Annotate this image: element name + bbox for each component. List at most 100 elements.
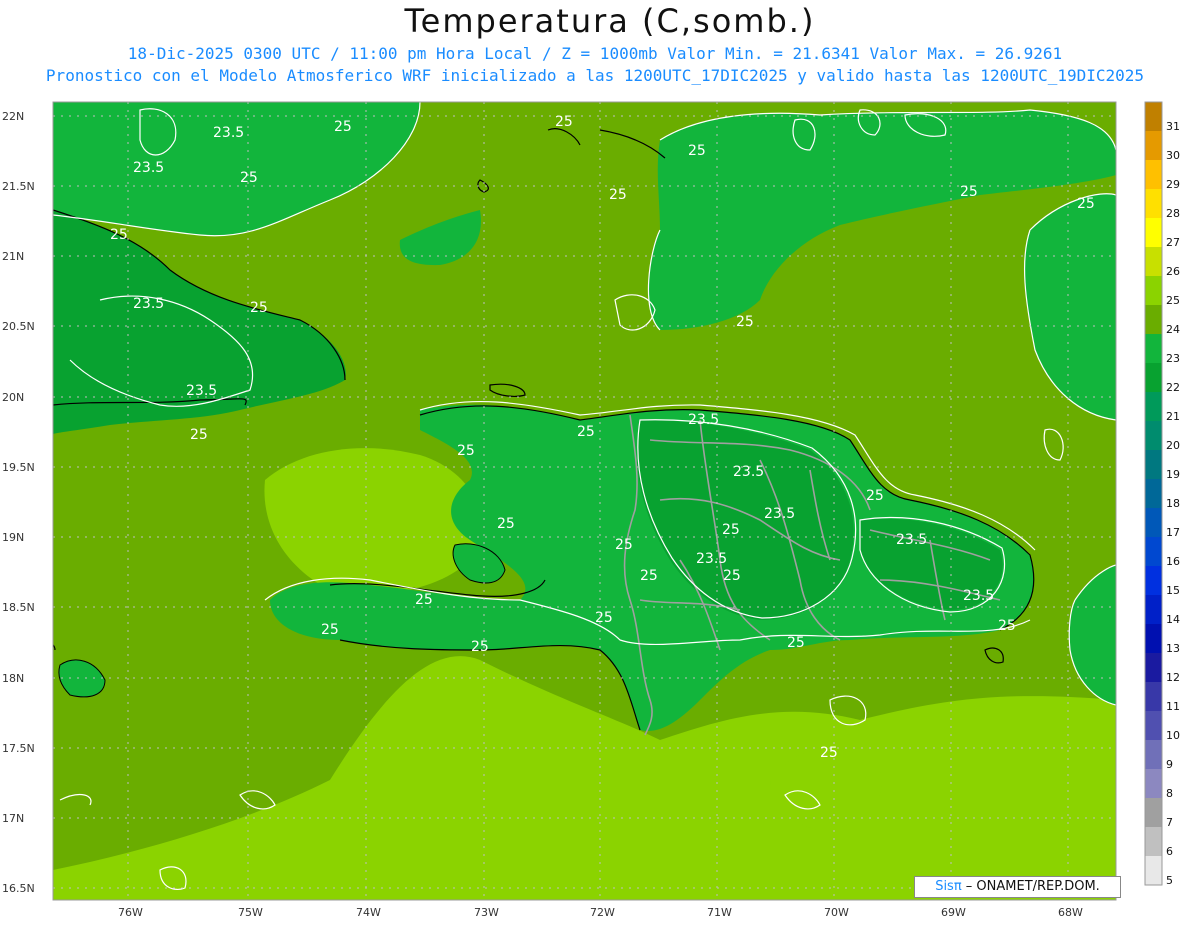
legend-value-label: 13 bbox=[1166, 642, 1180, 655]
color-legend: 31 30 29 28 27 26 25 24 23 22 21 20 19 18 17 16 15 14 13 12… bbox=[1144, 101, 1180, 887]
legend-swatch bbox=[1145, 769, 1162, 798]
legend-value-label: 21 bbox=[1166, 410, 1180, 423]
contour-label: 25 bbox=[688, 143, 706, 159]
legend-swatch bbox=[1145, 102, 1162, 131]
contour-label: 25 bbox=[1077, 196, 1095, 212]
contour-label: 23.5 bbox=[963, 588, 994, 604]
lat-label: 19.5N bbox=[2, 461, 35, 474]
legend-swatch bbox=[1145, 827, 1162, 856]
contour-label: 23.5 bbox=[133, 160, 164, 176]
legend-swatch bbox=[1145, 653, 1162, 682]
lat-label: 17.5N bbox=[2, 742, 35, 755]
contour-label: 23.5 bbox=[764, 506, 795, 522]
legend-swatch bbox=[1145, 421, 1162, 450]
contour-label: 25 bbox=[457, 443, 475, 459]
contour-label: 25 bbox=[334, 119, 352, 135]
contour-label: 25 bbox=[787, 635, 805, 651]
legend-value-label: 11 bbox=[1166, 700, 1180, 713]
contour-label: 25 bbox=[595, 610, 613, 626]
legend-value-label: 19 bbox=[1166, 468, 1180, 481]
map-field: 25 25 25 25 25 25 25 25 25 25 25 25 25 2… bbox=[53, 102, 1116, 900]
contour-label: 25 bbox=[321, 622, 339, 638]
contour-label: 23.5 bbox=[688, 412, 719, 428]
legend-value-label: 20 bbox=[1166, 439, 1180, 452]
legend-swatch bbox=[1145, 189, 1162, 218]
contour-label: 25 bbox=[577, 424, 595, 440]
contour-label: 23.5 bbox=[186, 383, 217, 399]
contour-label: 25 bbox=[190, 427, 208, 443]
legend-value-label: 16 bbox=[1166, 555, 1180, 568]
contour-label: 25 bbox=[640, 568, 658, 584]
legend-value-label: 31 bbox=[1166, 120, 1180, 133]
forecast-map: 25 25 25 25 25 25 25 25 25 25 25 25 25 2… bbox=[2, 101, 1180, 919]
contour-label: 25 bbox=[497, 516, 515, 532]
contour-label: 23.5 bbox=[696, 551, 727, 567]
contour-label: 25 bbox=[250, 300, 268, 316]
legend-value-label: 5 bbox=[1166, 874, 1173, 887]
legend-value-label: 24 bbox=[1166, 323, 1180, 336]
credit-box: Sisπ – ONAMET/REP.DOM. bbox=[914, 876, 1121, 898]
legend-swatch bbox=[1145, 508, 1162, 537]
lat-label: 19N bbox=[2, 531, 24, 544]
legend-swatch bbox=[1145, 305, 1162, 334]
contour-label: 25 bbox=[471, 639, 489, 655]
contour-label: 25 bbox=[555, 114, 573, 130]
legend-swatch bbox=[1145, 334, 1162, 363]
legend-value-label: 27 bbox=[1166, 236, 1180, 249]
legend-swatch bbox=[1145, 856, 1162, 885]
legend-swatch bbox=[1145, 392, 1162, 421]
legend-value-label: 29 bbox=[1166, 178, 1180, 191]
legend-value-label: 26 bbox=[1166, 265, 1180, 278]
contour-label: 25 bbox=[609, 187, 627, 203]
lon-label: 75W bbox=[238, 906, 263, 919]
legend-value-label: 10 bbox=[1166, 729, 1180, 742]
legend-swatch bbox=[1145, 537, 1162, 566]
legend-value-label: 30 bbox=[1166, 149, 1180, 162]
legend-swatch bbox=[1145, 450, 1162, 479]
legend-swatch bbox=[1145, 363, 1162, 392]
lon-label: 70W bbox=[824, 906, 849, 919]
contour-label: 25 bbox=[998, 618, 1016, 634]
contour-label: 25 bbox=[615, 537, 633, 553]
legend-swatch bbox=[1145, 218, 1162, 247]
legend-value-label: 15 bbox=[1166, 584, 1180, 597]
contour-label: 25 bbox=[820, 745, 838, 761]
lon-label: 71W bbox=[707, 906, 732, 919]
contour-label: 23.5 bbox=[213, 125, 244, 141]
legend-swatch bbox=[1145, 711, 1162, 740]
lon-label: 73W bbox=[474, 906, 499, 919]
legend-value-label: 25 bbox=[1166, 294, 1180, 307]
legend-value-label: 7 bbox=[1166, 816, 1173, 829]
legend-swatch bbox=[1145, 479, 1162, 508]
lon-label: 76W bbox=[118, 906, 143, 919]
credit-text: – ONAMET/REP.DOM. bbox=[961, 879, 1100, 894]
contour-label: 25 bbox=[110, 227, 128, 243]
lat-label: 21N bbox=[2, 250, 24, 263]
legend-swatch bbox=[1145, 247, 1162, 276]
legend-value-label: 28 bbox=[1166, 207, 1180, 220]
legend-value-label: 8 bbox=[1166, 787, 1173, 800]
legend-swatch bbox=[1145, 798, 1162, 827]
lon-label: 69W bbox=[941, 906, 966, 919]
legend-swatch bbox=[1145, 276, 1162, 305]
legend-value-label: 6 bbox=[1166, 845, 1173, 858]
legend-swatch bbox=[1145, 624, 1162, 653]
lat-label: 18.5N bbox=[2, 601, 35, 614]
contour-label: 25 bbox=[722, 522, 740, 538]
contour-label: 25 bbox=[960, 184, 978, 200]
sispi-logo: Sisπ bbox=[935, 879, 962, 894]
lon-label: 72W bbox=[590, 906, 615, 919]
contour-label: 23.5 bbox=[133, 296, 164, 312]
lat-label: 17N bbox=[2, 812, 24, 825]
legend-swatch bbox=[1145, 740, 1162, 769]
legend-value-label: 22 bbox=[1166, 381, 1180, 394]
legend-value-label: 9 bbox=[1166, 758, 1173, 771]
legend-swatch bbox=[1145, 131, 1162, 160]
lon-label: 74W bbox=[356, 906, 381, 919]
contour-label: 25 bbox=[240, 170, 258, 186]
lat-label: 20N bbox=[2, 391, 24, 404]
contour-label: 25 bbox=[866, 488, 884, 504]
legend-value-label: 17 bbox=[1166, 526, 1180, 539]
contour-label: 23.5 bbox=[733, 464, 764, 480]
contour-label: 25 bbox=[723, 568, 741, 584]
